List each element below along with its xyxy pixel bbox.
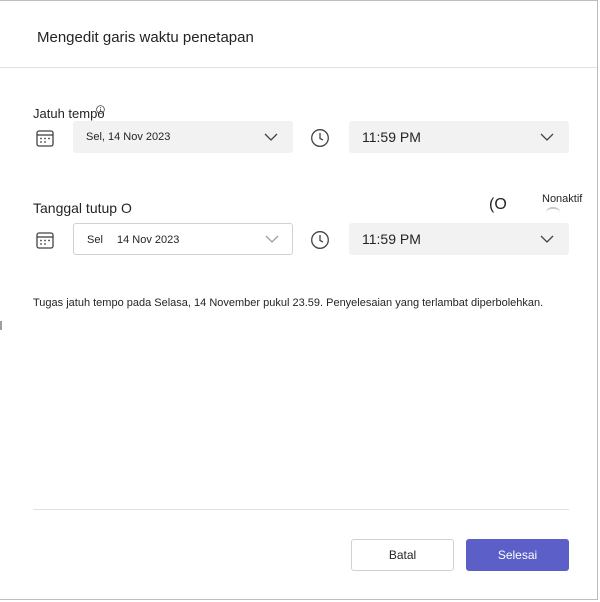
toggle-track-fragment <box>546 207 560 214</box>
chevron-down-icon <box>540 133 554 141</box>
close-date-day: Sel <box>87 234 103 246</box>
done-button[interactable]: Selesai <box>466 539 569 571</box>
due-time-picker[interactable]: 11:59 PM <box>349 121 569 153</box>
close-date-value: 14 Nov 2023 <box>117 234 180 246</box>
due-label: Jatuh tempo <box>33 106 105 121</box>
due-date-picker[interactable]: Sel, 14 Nov 2023 <box>73 121 293 153</box>
close-date-toggle[interactable]: (O <box>489 196 507 214</box>
due-date-value: Sel, 14 Nov 2023 <box>86 131 171 143</box>
clock-icon <box>311 129 329 147</box>
dialog-title: Mengedit garis waktu penetapan <box>37 29 254 46</box>
close-date-label: Tanggal tutup O <box>33 200 132 216</box>
clock-icon <box>311 231 329 249</box>
close-time-value: 11:59 PM <box>362 231 421 247</box>
info-icon[interactable] <box>96 105 105 114</box>
close-date-picker[interactable]: Sel 14 Nov 2023 <box>73 223 293 255</box>
window-edge-marker <box>0 321 2 330</box>
due-time-value: 11:59 PM <box>362 129 421 145</box>
footer-divider <box>33 509 569 510</box>
close-date-toggle-status: Nonaktif <box>542 193 583 205</box>
dialog-header: Mengedit garis waktu penetapan <box>0 1 597 68</box>
cancel-button[interactable]: Batal <box>351 539 454 571</box>
calendar-icon <box>36 232 54 249</box>
chevron-down-icon <box>264 133 278 141</box>
edit-timeline-dialog: Mengedit garis waktu penetapan Jatuh tem… <box>0 0 598 600</box>
chevron-down-icon <box>265 235 279 243</box>
timeline-summary: Tugas jatuh tempo pada Selasa, 14 Novemb… <box>33 297 544 309</box>
calendar-icon <box>36 130 54 147</box>
close-time-picker[interactable]: 11:59 PM <box>349 223 569 255</box>
chevron-down-icon <box>540 235 554 243</box>
